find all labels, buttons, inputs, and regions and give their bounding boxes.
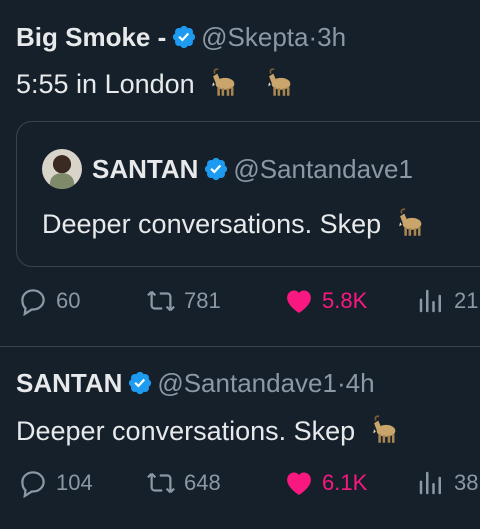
tweet1-text: 5:55 in London (16, 69, 195, 99)
tweet2-timestamp[interactable]: 4h (346, 368, 375, 398)
tweet2-text: Deeper conversations. Skep (16, 416, 356, 446)
repost-button[interactable]: 781 (146, 286, 221, 316)
quoted-tweet-text: Deeper conversations. Skep (42, 209, 382, 239)
repost-icon (146, 468, 176, 498)
views-count: 38 (454, 470, 479, 495)
views-icon (416, 286, 446, 316)
tweet1-author-name[interactable]: Big Smoke - (16, 22, 166, 52)
like-button[interactable]: 5.8K (284, 286, 367, 316)
verified-badge-icon (127, 370, 153, 396)
tweet-divider (0, 346, 480, 347)
quoted-author-avatar[interactable] (42, 149, 82, 189)
tweet1-text-line: 5:55 in London (16, 66, 298, 100)
reply-icon (18, 286, 48, 316)
tweet2-author-name[interactable]: SANTAN (16, 368, 122, 398)
tweet1-action-bar: 60 781 5.8K 21 (0, 286, 480, 318)
tweet1-header: Big Smoke - @Skepta·3h (16, 22, 346, 53)
quoted-author-name: SANTAN (92, 154, 199, 184)
repost-icon (146, 286, 176, 316)
tweet1-timestamp[interactable]: 3h (317, 22, 346, 52)
verified-badge-icon (171, 24, 197, 50)
like-button[interactable]: 6.1K (284, 468, 367, 498)
repost-button[interactable]: 648 (146, 468, 221, 498)
repost-count: 781 (184, 288, 221, 313)
reply-count: 60 (56, 288, 81, 313)
views-button[interactable]: 38 (416, 468, 478, 498)
goat-emoji-icon (208, 66, 242, 100)
tweet2-text-line: Deeper conversations. Skep (16, 413, 403, 447)
quoted-tweet-header: SANTAN @Santandave1 (92, 154, 413, 185)
quoted-tweet-text-line: Deeper conversations. Skep (42, 206, 429, 240)
tweet1-author-handle[interactable]: @Skepta (201, 22, 308, 52)
views-count: 21 (454, 288, 479, 313)
views-button[interactable]: 21 (416, 286, 478, 316)
goat-emoji-icon (264, 66, 298, 100)
heart-icon (284, 286, 314, 316)
heart-icon (284, 468, 314, 498)
tweet1-separator: · (308, 22, 318, 52)
reply-button[interactable]: 104 (18, 468, 93, 498)
quoted-tweet-card[interactable] (16, 121, 480, 267)
goat-emoji-icon (395, 206, 429, 240)
like-count: 6.1K (322, 470, 368, 495)
repost-count: 648 (184, 470, 221, 495)
tweet2-author-handle[interactable]: @Santandave1 (157, 368, 337, 398)
reply-icon (18, 468, 48, 498)
verified-badge-icon (203, 156, 229, 182)
reply-count: 104 (56, 470, 93, 495)
views-icon (416, 468, 446, 498)
tweet2-separator: · (336, 368, 346, 398)
goat-emoji-icon (369, 413, 403, 447)
tweet2-action-bar: 104 648 6.1K 38 (0, 468, 480, 500)
quoted-author-handle: @Santandave1 (233, 154, 413, 184)
tweet2-header: SANTAN @Santandave1·4h (16, 368, 375, 399)
like-count: 5.8K (322, 288, 368, 313)
reply-button[interactable]: 60 (18, 286, 80, 316)
